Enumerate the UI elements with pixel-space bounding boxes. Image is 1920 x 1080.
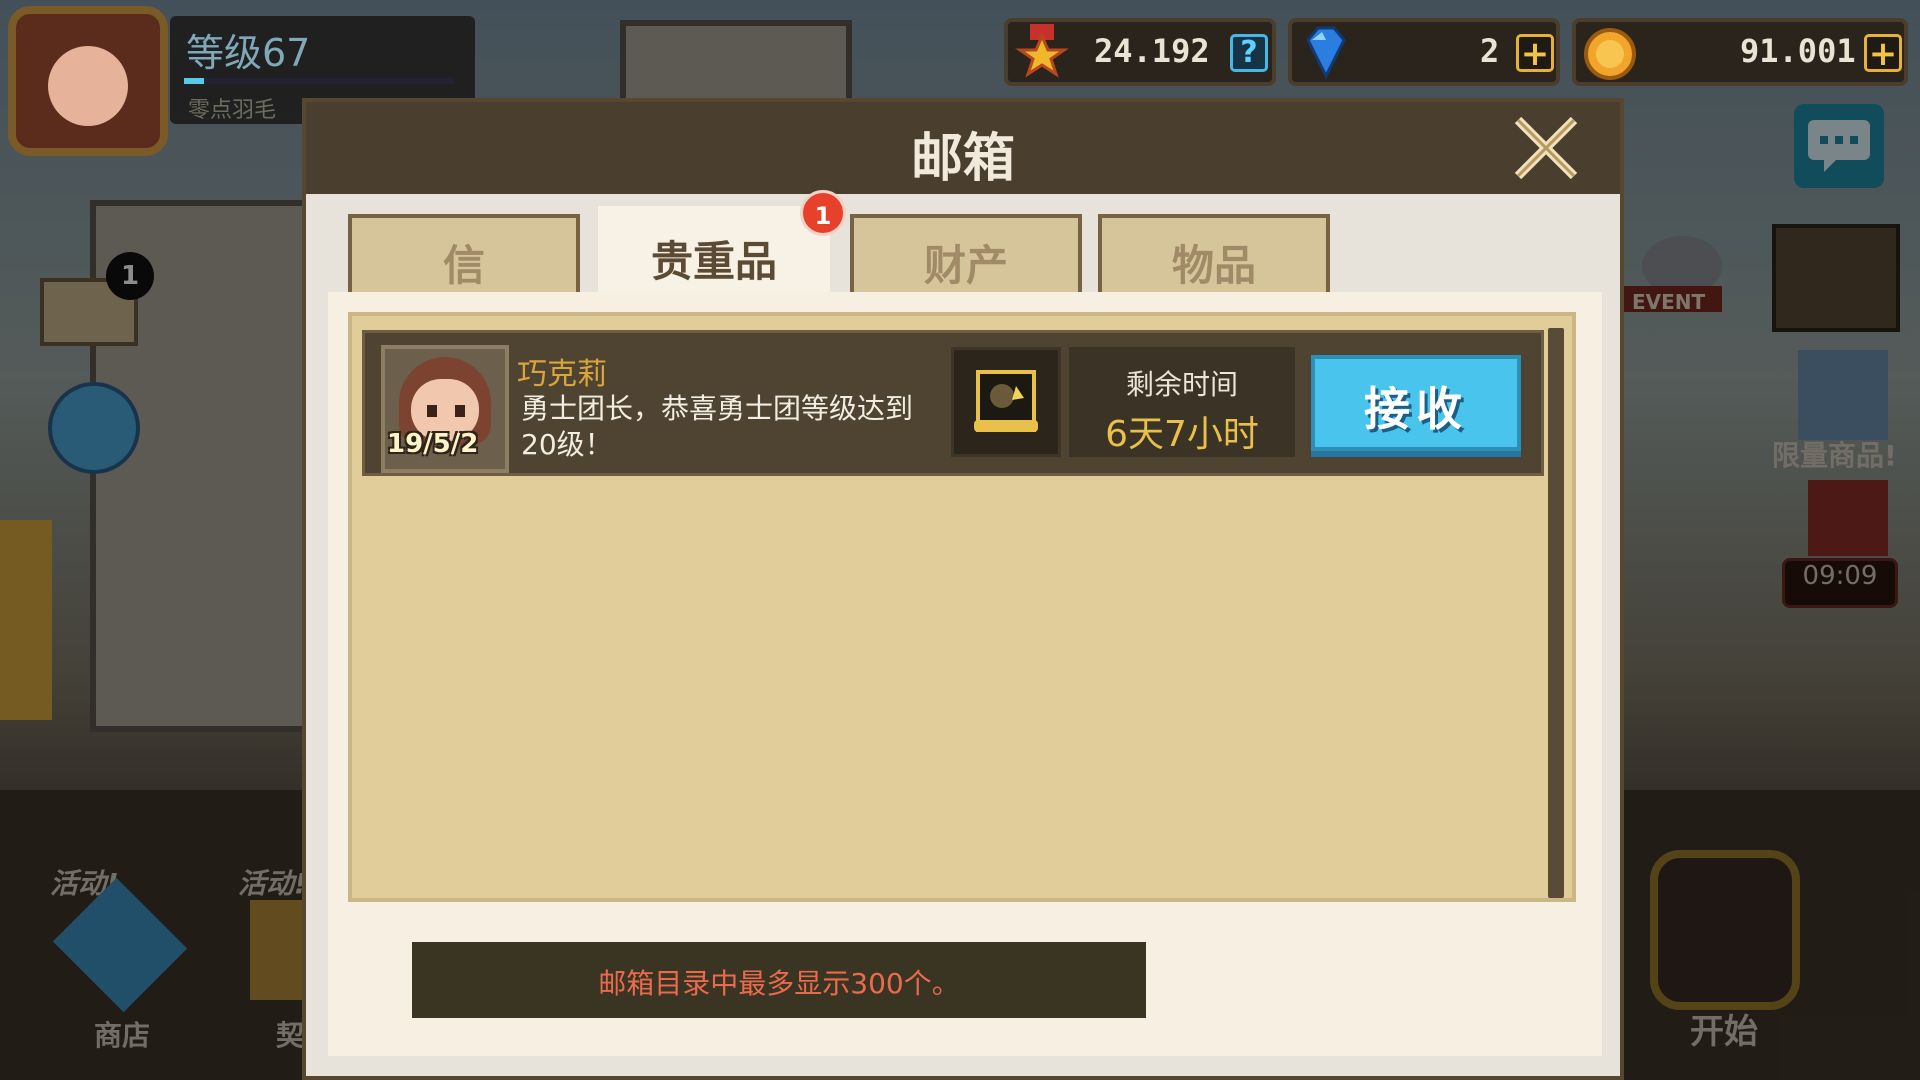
diamond-value: 2 bbox=[1480, 32, 1500, 70]
receive-button-label: 接收 bbox=[1364, 382, 1468, 436]
player-xp-bar bbox=[184, 78, 454, 84]
notice-bar: 邮箱目录中最多显示300个。 bbox=[412, 942, 1146, 1018]
scroll-icon bbox=[974, 370, 1038, 432]
player-level: 等级67 bbox=[186, 31, 311, 75]
medal-help-button[interactable]: ? bbox=[1230, 34, 1268, 72]
sender-name: 巧克莉 bbox=[517, 357, 607, 392]
gold-currency: 91.001 + bbox=[1572, 18, 1908, 86]
mailbox-header: 邮箱 bbox=[306, 102, 1620, 194]
tab-valuables-label: 贵重品 bbox=[650, 237, 777, 286]
diamond-currency: 2 + bbox=[1288, 18, 1560, 86]
remaining-time-label: 剩余时间 bbox=[1125, 368, 1238, 401]
mailbox-title: 邮箱 bbox=[910, 129, 1015, 189]
medal-currency: 24.192 ? bbox=[1004, 18, 1276, 86]
mailbox-dialog: 邮箱 信 贵重品 财产 物品 1 19/5/2 巧克莉 勇士团长，恭喜勇士团等级… bbox=[302, 98, 1624, 1080]
medal-value: 24.192 bbox=[1094, 32, 1210, 70]
add-gold-button[interactable]: + bbox=[1864, 34, 1902, 72]
tab-badge: 1 bbox=[800, 190, 846, 236]
tab-items-label: 物品 bbox=[1171, 241, 1256, 290]
remaining-time-box: 剩余时间 6天7小时 bbox=[1069, 347, 1295, 457]
mailbox-body: 19/5/2 巧克莉 勇士团长，恭喜勇士团等级达到20级！ 剩余时间 6天7小时 bbox=[328, 292, 1602, 1056]
tab-valuables[interactable]: 贵重品 bbox=[598, 206, 830, 302]
tab-letters[interactable]: 信 bbox=[348, 214, 580, 300]
receive-button[interactable]: 接收 bbox=[1311, 355, 1521, 451]
reward-item-slot bbox=[951, 347, 1061, 457]
notice-text: 邮箱目录中最多显示300个。 bbox=[598, 967, 960, 1000]
gold-value: 91.001 bbox=[1740, 32, 1856, 70]
close-icon bbox=[1514, 116, 1578, 180]
tab-assets-label: 财产 bbox=[923, 241, 1008, 290]
mail-message: 勇士团长，恭喜勇士团等级达到20级！ bbox=[521, 392, 914, 461]
medal-icon bbox=[1015, 24, 1069, 78]
mail-list-item: 19/5/2 巧克莉 勇士团长，恭喜勇士团等级达到20级！ 剩余时间 6天7小时 bbox=[362, 330, 1544, 476]
tab-assets[interactable]: 财产 bbox=[850, 214, 1082, 300]
mail-list-scrollbar[interactable] bbox=[1548, 328, 1564, 898]
remaining-time-value: 6天7小时 bbox=[1105, 414, 1259, 455]
add-diamond-button[interactable]: + bbox=[1516, 34, 1554, 72]
mail-date: 19/5/2 bbox=[387, 429, 479, 459]
diamond-icon bbox=[1306, 26, 1346, 80]
tab-letters-label: 信 bbox=[442, 241, 485, 290]
close-button[interactable] bbox=[1506, 108, 1586, 188]
player-name: 零点羽毛 bbox=[188, 98, 277, 123]
mail-list: 19/5/2 巧克莉 勇士团长，恭喜勇士团等级达到20级！ 剩余时间 6天7小时 bbox=[348, 312, 1576, 902]
player-avatar[interactable] bbox=[8, 6, 168, 156]
tab-items[interactable]: 物品 bbox=[1098, 214, 1330, 300]
gold-coin-icon bbox=[1584, 28, 1636, 80]
